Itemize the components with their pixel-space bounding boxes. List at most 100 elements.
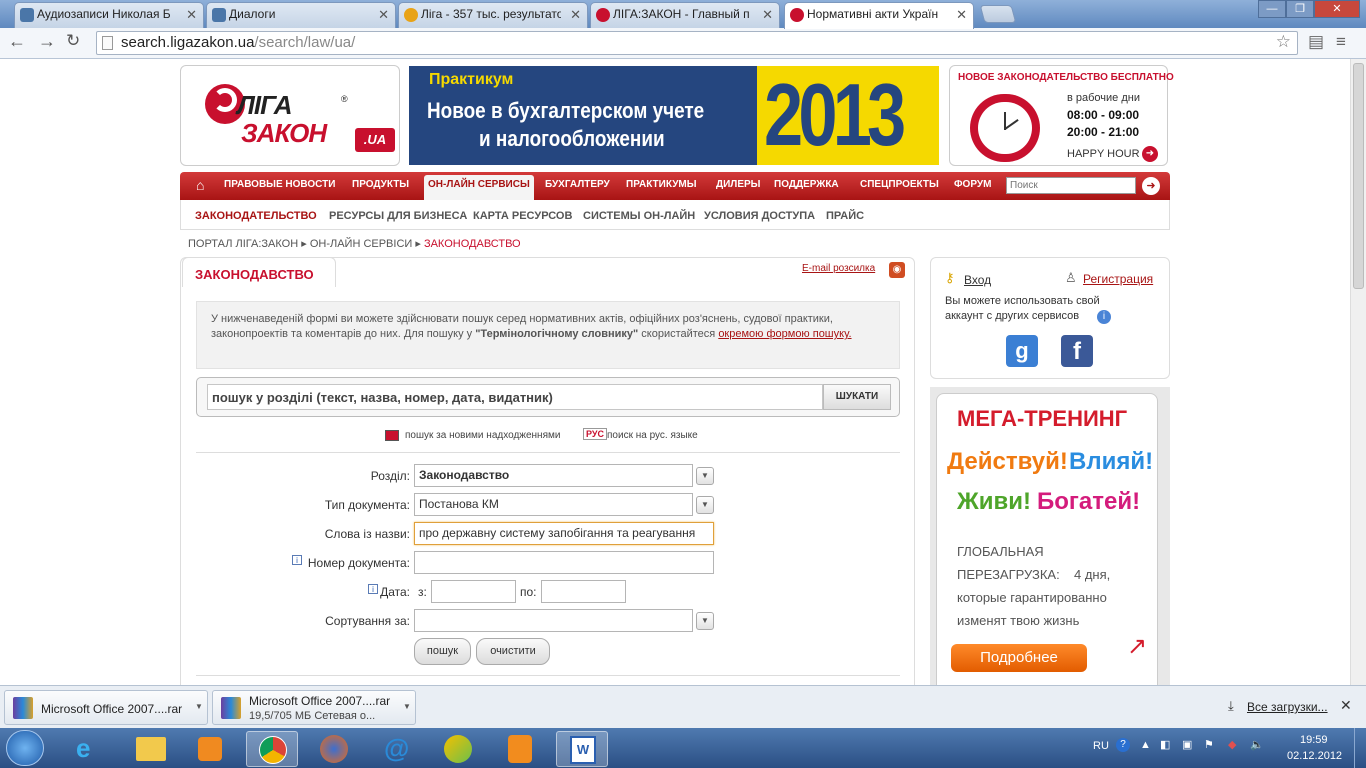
explorer-icon[interactable]	[124, 731, 176, 767]
nav-item-practicums[interactable]: ПРАКТИКУМЫ	[626, 179, 697, 190]
page-scrollbar[interactable]	[1350, 59, 1366, 685]
chevron-down-icon[interactable]: ▼	[195, 702, 203, 711]
home-icon[interactable]: ⌂	[196, 177, 204, 193]
nav-item-products[interactable]: ПРОДУКТЫ	[352, 179, 409, 190]
breadcrumb-services[interactable]: ОН-ЛАЙН СЕРВІСИ	[310, 238, 413, 250]
breadcrumb-portal[interactable]: ПОРТАЛ ЛІГА:ЗАКОН	[188, 238, 298, 250]
subnav-item-price[interactable]: ПРАЙС	[826, 210, 864, 222]
show-hidden-icons[interactable]: ▲	[1140, 739, 1151, 751]
search-submit-button[interactable]: ШУКАТИ	[823, 384, 891, 410]
show-desktop-button[interactable]	[1354, 728, 1366, 768]
word-icon[interactable]: W	[556, 731, 608, 767]
clock-time[interactable]: 19:59	[1300, 734, 1328, 746]
all-downloads-link[interactable]: Все загрузки...	[1247, 700, 1328, 714]
subnav-item-systems[interactable]: СИСТЕМЫ ОН-ЛАЙН	[583, 210, 695, 222]
close-icon[interactable]: ✕	[1340, 697, 1352, 714]
email-subscription-link[interactable]: E-mail розсилка	[802, 263, 875, 274]
nav-item-news[interactable]: ПРАВОВЫЕ НОВОСТИ	[224, 179, 335, 190]
site-search-input[interactable]	[1006, 177, 1136, 194]
sort-select[interactable]	[414, 609, 693, 632]
clock-date[interactable]: 02.12.2012	[1287, 750, 1342, 762]
subnav-item-legislation[interactable]: ЗАКОНОДАТЕЛЬСТВО	[195, 210, 317, 222]
help-icon[interactable]: ?	[1116, 738, 1130, 752]
mega-training-ad[interactable]: МЕГА-ТРЕНИНГ Действуй! Влияй! Живи! Бога…	[936, 393, 1158, 685]
start-button[interactable]	[6, 730, 44, 766]
form-search-button[interactable]: пошук	[414, 638, 471, 665]
section-search-input[interactable]: пошук у розділі (текст, назва, номер, да…	[207, 384, 823, 410]
icq-icon[interactable]	[432, 731, 484, 767]
nav-item-online-services[interactable]: ОН-ЛАЙН СЕРВИСЫ	[424, 175, 534, 200]
dictionary-search-link[interactable]: окремою формою пошуку.	[718, 328, 851, 340]
title-words-input[interactable]: про державну систему запобігання та реаг…	[414, 522, 714, 545]
date-to-input[interactable]	[541, 580, 626, 603]
info-icon[interactable]: i	[368, 584, 378, 594]
russian-search-link[interactable]: поиск на рус. языке	[607, 430, 698, 441]
doctype-select[interactable]: Постанова КМ	[414, 493, 693, 516]
settings-wrench-icon[interactable]: ≡	[1336, 32, 1346, 52]
doc-number-input[interactable]	[414, 551, 714, 574]
nav-item-dealers[interactable]: ДИЛЕРЫ	[716, 179, 760, 190]
info-icon[interactable]: i	[1097, 310, 1111, 324]
volume-icon[interactable]: 🔈	[1250, 738, 1264, 751]
bookmark-star-icon[interactable]: ☆	[1276, 32, 1291, 52]
browser-tab-active[interactable]: Нормативні акти Україн ✕	[784, 2, 974, 29]
login-link[interactable]: Вход	[964, 273, 991, 287]
minimize-icon[interactable]: —	[1258, 0, 1286, 18]
maximize-icon[interactable]: ❐	[1286, 0, 1314, 18]
rss-icon[interactable]: ◉	[889, 262, 905, 278]
subnav-item-access[interactable]: УСЛОВИЯ ДОСТУПА	[704, 210, 815, 222]
nav-item-forum[interactable]: ФОРУМ	[954, 179, 991, 190]
browser-tab[interactable]: Ліга - 357 тыс. результатов ✕	[398, 2, 588, 28]
flag-icon[interactable]: ⚑	[1204, 738, 1214, 751]
firefox-icon[interactable]	[308, 731, 360, 767]
browser-tab[interactable]: Диалоги ✕	[206, 2, 396, 28]
new-arrivals-search-link[interactable]: пошук за новими надходженнями	[405, 430, 560, 441]
subnav-item-map[interactable]: КАРТА РЕСУРСОВ	[473, 210, 572, 222]
form-clear-button[interactable]: очистити	[476, 638, 550, 665]
language-indicator[interactable]: RU	[1093, 740, 1109, 752]
date-from-input[interactable]	[431, 580, 516, 603]
download-item[interactable]: Microsoft Office 2007....rar ▼	[4, 690, 208, 725]
register-link[interactable]: Регистрация	[1083, 272, 1153, 286]
nav-item-special[interactable]: СПЕЦПРОЕКТЫ	[860, 179, 939, 190]
close-tab-icon[interactable]: ✕	[378, 7, 389, 23]
close-tab-icon[interactable]: ✕	[186, 7, 197, 23]
subnav-item-business[interactable]: РЕСУРСЫ ДЛЯ БИЗНЕСА	[329, 210, 467, 222]
chevron-down-icon[interactable]: ▼	[696, 467, 714, 485]
forward-icon[interactable]: →	[38, 31, 56, 52]
free-legislation-box[interactable]: НОВОЕ ЗАКОНОДАТЕЛЬСТВО БЕСПЛАТНО в рабоч…	[949, 65, 1174, 166]
search-go-icon[interactable]: ➜	[1142, 177, 1160, 195]
chrome-icon[interactable]	[246, 731, 298, 767]
nav-item-support[interactable]: ПОДДЕРЖКА	[774, 179, 839, 190]
nav-item-accountant[interactable]: БУХГАЛТЕРУ	[545, 179, 610, 190]
browser-tab[interactable]: ЛІГА:ЗАКОН - Главный п ✕	[590, 2, 780, 28]
tray-app-icon[interactable]: ◧	[1160, 738, 1170, 751]
network-icon[interactable]: ▣	[1182, 738, 1192, 751]
close-tab-icon[interactable]: ✕	[956, 7, 967, 23]
odnoklassniki-icon[interactable]	[494, 731, 546, 767]
reload-icon[interactable]: ↻	[66, 31, 80, 51]
tray-status-icon[interactable]: ◆	[1228, 738, 1236, 751]
browser-tab[interactable]: Аудиозаписи Николая Б ✕	[14, 2, 204, 28]
liga-zakon-logo[interactable]: ЛІГА ® ЗАКОН .UA	[180, 65, 400, 166]
ad-more-button[interactable]: Подробнее	[951, 644, 1087, 672]
practicum-banner[interactable]: Практикум Новое в бухгалтерском учете и …	[409, 65, 939, 165]
address-bar[interactable]: search.ligazakon.ua/search/law/ua/ ☆	[96, 31, 1298, 55]
chevron-down-icon[interactable]: ▼	[696, 612, 714, 630]
new-tab-button[interactable]	[979, 5, 1017, 23]
google-icon[interactable]: g	[1006, 335, 1038, 367]
scrollbar-thumb[interactable]	[1353, 63, 1364, 289]
ie-icon[interactable]: e	[64, 731, 116, 767]
close-window-icon[interactable]: ✕	[1314, 0, 1360, 18]
facebook-icon[interactable]: f	[1061, 335, 1093, 367]
section-select[interactable]: Законодавство	[414, 464, 693, 487]
arrow-right-icon[interactable]: ➜	[1142, 146, 1158, 162]
page-menu-icon[interactable]: ▤	[1308, 32, 1324, 52]
close-tab-icon[interactable]: ✕	[570, 7, 581, 23]
media-player-icon[interactable]	[184, 731, 236, 767]
mail-agent-icon[interactable]: @	[370, 731, 422, 767]
chevron-down-icon[interactable]: ▼	[403, 702, 411, 711]
chevron-down-icon[interactable]: ▼	[696, 496, 714, 514]
back-icon[interactable]: ←	[8, 31, 26, 52]
download-item[interactable]: Microsoft Office 2007....rar 19,5/705 МБ…	[212, 690, 416, 725]
